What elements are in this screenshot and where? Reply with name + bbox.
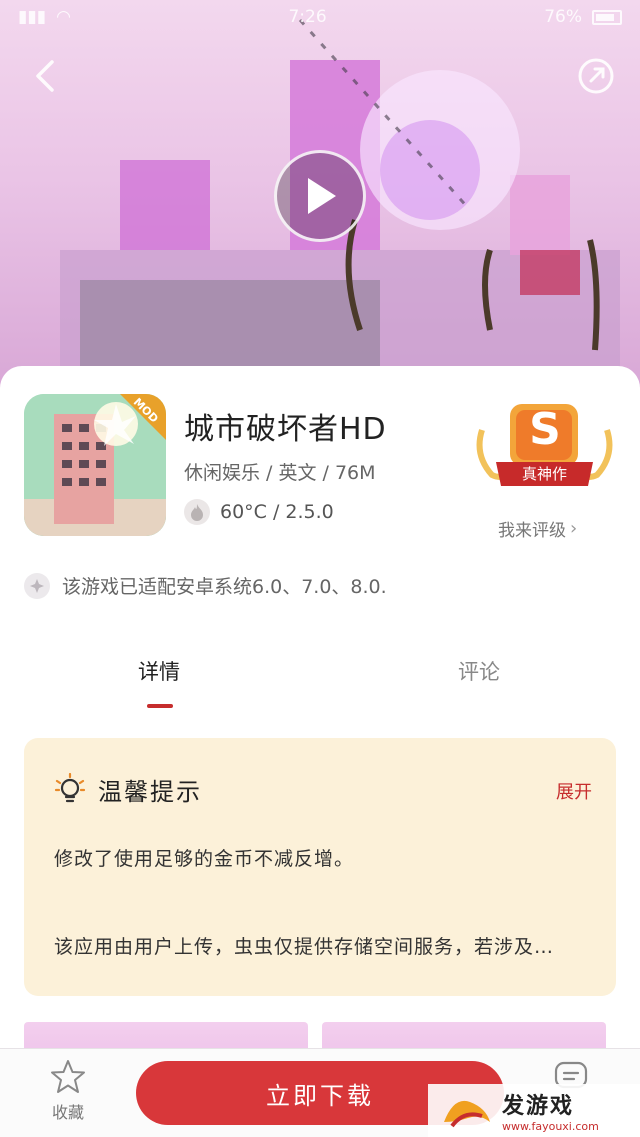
rating-badge: S 真神作 <box>472 400 617 510</box>
app-meta: 休闲娱乐 / 英文 / 76M <box>184 462 376 484</box>
site-watermark: 发游戏 www.fayouxi.com <box>428 1084 640 1137</box>
app-icon[interactable]: MOD <box>24 394 166 536</box>
watermark-title: 发游戏 <box>502 1094 575 1119</box>
favorite-button[interactable]: 收藏 <box>46 1059 90 1123</box>
favorite-label: 收藏 <box>51 1103 84 1122</box>
tab-active-indicator <box>147 704 173 708</box>
heat-version-row: 60°C / 2.5.0 <box>184 499 334 525</box>
play-button[interactable] <box>274 150 366 242</box>
gamepad-icon <box>24 572 50 599</box>
battery-icon <box>592 9 622 25</box>
tips-panel: 温馨提示 展开 修改了使用足够的金币不减反增。 该应用由用户上传，虫虫仅提供存储… <box>24 738 616 996</box>
rate-link[interactable]: 我来评级 › <box>498 516 577 541</box>
status-bar: ▮▮▮ ◠ 7:26 76% <box>0 0 640 34</box>
tips-expand-link[interactable]: 展开 <box>556 778 592 804</box>
share-icon <box>578 58 614 94</box>
rating-grade: S <box>529 404 561 455</box>
heat-version-text: 60°C / 2.5.0 <box>220 501 334 523</box>
rating-badge-label: 真神作 <box>521 465 567 483</box>
chevron-right-icon: › <box>570 518 578 539</box>
status-time: 7:26 <box>288 7 327 27</box>
tips-title: 温馨提示 <box>98 778 202 806</box>
lightbulb-icon <box>54 772 86 802</box>
tab-details[interactable]: 详情 <box>138 656 180 686</box>
tips-line-1: 修改了使用足够的金币不减反增。 <box>54 848 355 870</box>
site-logo-icon <box>444 1100 490 1128</box>
wifi-icon: ◠ <box>56 7 71 27</box>
star-icon <box>51 1060 85 1093</box>
video-banner[interactable]: ▮▮▮ ◠ 7:26 76% <box>0 0 640 395</box>
chevron-left-icon <box>36 60 54 92</box>
flame-icon <box>184 499 210 525</box>
compat-text: 该游戏已适配安卓系统6.0、7.0、8.0. <box>62 576 387 598</box>
tab-bar: 详情 评论 <box>0 656 640 716</box>
app-detail-card: MOD 城市破坏者HD 休闲娱乐 / 英文 / 76M 60°C / 2.5.0… <box>0 366 640 1066</box>
tab-comments[interactable]: 评论 <box>458 656 500 686</box>
play-icon <box>308 178 336 214</box>
tips-header: 温馨提示 <box>54 772 202 807</box>
back-button[interactable] <box>26 56 66 96</box>
watermark-url: www.fayouxi.com <box>502 1120 599 1133</box>
battery-percent: 76% <box>544 7 582 27</box>
signal-icon: ▮▮▮ <box>18 7 47 27</box>
tips-line-2: 该应用由用户上传，虫虫仅提供存储空间服务，若涉及… <box>54 936 555 958</box>
rate-link-label: 我来评级 <box>498 521 566 541</box>
share-button[interactable] <box>576 56 616 96</box>
compat-row: 该游戏已适配安卓系统6.0、7.0、8.0. <box>24 572 387 599</box>
app-title: 城市破坏者HD <box>184 412 387 447</box>
